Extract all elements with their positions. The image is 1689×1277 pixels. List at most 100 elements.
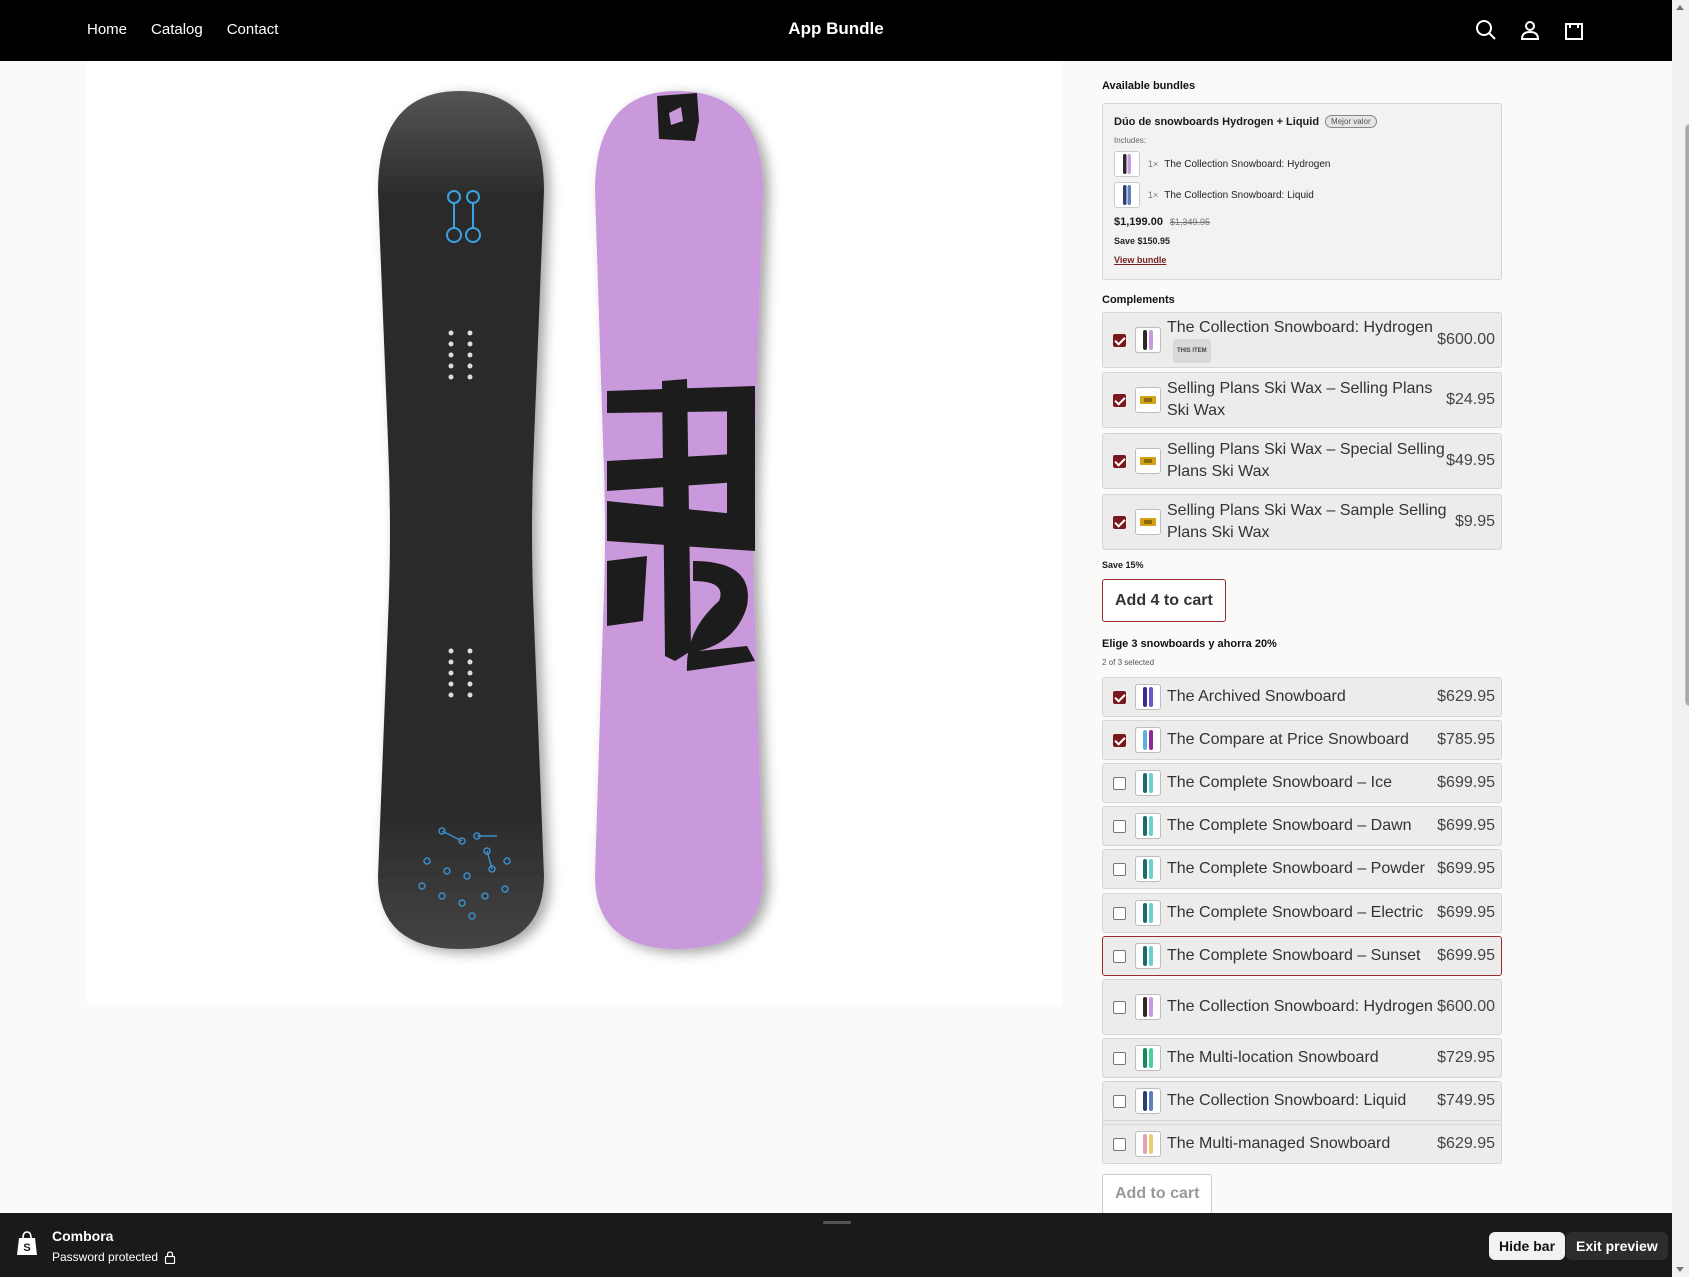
bundle-item-name: The Collection Snowboard: Hydrogen — [1164, 158, 1331, 170]
snowboard-thumbnail-icon — [1135, 727, 1161, 753]
mix-item-price: $629.95 — [1437, 1135, 1495, 1152]
complement-checkbox[interactable] — [1113, 393, 1126, 407]
mix-item-price: $729.95 — [1437, 1049, 1495, 1066]
mix-row[interactable]: The Complete Snowboard – Dawn $699.95 — [1102, 806, 1502, 846]
complement-checkbox[interactable] — [1113, 515, 1126, 529]
snowboard-thumbnail-icon — [1135, 813, 1161, 839]
scroll-down-arrow-icon[interactable] — [1676, 1267, 1684, 1272]
mix-row[interactable]: The Complete Snowboard – Powder $699.95 — [1102, 849, 1502, 889]
mix-item-name: The Complete Snowboard – Powder — [1167, 860, 1425, 877]
complement-name: Selling Plans Ski Wax – Sample Selling P… — [1167, 502, 1447, 541]
snowboard-thumbnail-icon — [1114, 151, 1140, 177]
nav-contact[interactable]: Contact — [227, 21, 279, 38]
snowboard-thumbnail-icon — [1135, 1045, 1161, 1071]
bundle-title: Dúo de snowboards Hydrogen + Liquid — [1114, 115, 1320, 128]
bundle-item: 1× The Collection Snowboard: Hydrogen — [1114, 151, 1330, 177]
mix-heading: Elige 3 snowboards y ahorra 20% — [1102, 638, 1277, 650]
mix-item-name: The Collection Snowboard: Hydrogen — [1167, 998, 1433, 1015]
mix-row[interactable]: The Collection Snowboard: Hydrogen $600.… — [1102, 979, 1502, 1035]
mix-checkbox[interactable] — [1113, 733, 1126, 747]
mix-selection-status: 2 of 3 selected — [1102, 658, 1155, 667]
mix-checkbox[interactable] — [1113, 1000, 1126, 1014]
mix-checkbox[interactable] — [1113, 690, 1126, 704]
snowboard-thumbnail-icon — [1135, 994, 1161, 1020]
complement-checkbox[interactable] — [1113, 454, 1126, 468]
complements-savings: Save 15% — [1102, 560, 1144, 570]
snowboard-thumbnail-icon — [1135, 327, 1161, 353]
scrollbar-thumb[interactable] — [1685, 124, 1689, 706]
complement-row[interactable]: The Collection Snowboard: Hydrogen THIS I… — [1102, 312, 1502, 368]
cart-icon[interactable] — [1562, 18, 1586, 42]
ski-wax-thumbnail-icon — [1135, 387, 1161, 413]
snowboard-thumbnail-icon — [1135, 1088, 1161, 1114]
main-nav: Home Catalog Contact — [87, 21, 278, 38]
scroll-up-arrow-icon[interactable] — [1676, 5, 1684, 10]
mix-row[interactable]: The Collection Snowboard: Liquid $749.95 — [1102, 1081, 1502, 1121]
bundle-item-qty: 1× — [1148, 159, 1159, 169]
bundle-compare-price: $1,349.95 — [1170, 217, 1211, 227]
account-icon[interactable] — [1518, 18, 1542, 42]
mix-item-name: The Complete Snowboard – Electric — [1167, 904, 1424, 921]
includes-label: Includes: — [1114, 136, 1147, 145]
mix-checkbox[interactable] — [1113, 819, 1126, 833]
bundle-item-qty: 1× — [1148, 190, 1159, 200]
product-media — [87, 61, 1062, 1005]
mix-row[interactable]: The Compare at Price Snowboard $785.95 — [1102, 720, 1502, 760]
mix-row[interactable]: The Archived Snowboard $629.95 — [1102, 677, 1502, 717]
complement-price: $9.95 — [1454, 513, 1495, 530]
mix-checkbox[interactable] — [1113, 1094, 1126, 1108]
mix-checkbox[interactable] — [1113, 862, 1126, 876]
complements-heading: Complements — [1102, 294, 1175, 306]
mix-item-price: $699.95 — [1437, 817, 1495, 834]
snowboard-thumbnail-icon — [1135, 684, 1161, 710]
complement-name: Selling Plans Ski Wax – Selling Plans Sk… — [1167, 380, 1433, 419]
drag-handle[interactable] — [823, 1221, 851, 1224]
exit-preview-button[interactable]: Exit preview — [1566, 1232, 1668, 1260]
add-complements-to-cart-button[interactable]: Add 4 to cart — [1102, 579, 1226, 622]
bundle-price: $1,199.00 $1,349.95 — [1114, 216, 1210, 228]
mix-item-price: $629.95 — [1437, 688, 1495, 705]
mix-row[interactable]: The Complete Snowboard – Sunset $699.95 — [1102, 936, 1502, 976]
this-item-tag: THIS ITEM — [1173, 339, 1211, 363]
bundle-card: Dúo de snowboards Hydrogen + Liquid Mejo… — [1102, 103, 1502, 280]
hide-bar-button[interactable]: Hide bar — [1489, 1232, 1566, 1260]
product-image-snowboards — [378, 91, 763, 949]
view-bundle-link[interactable]: View bundle — [1114, 255, 1166, 265]
complement-row[interactable]: Selling Plans Ski Wax – Sample Selling P… — [1102, 494, 1502, 550]
mix-item-price: $785.95 — [1437, 731, 1495, 748]
nav-home[interactable]: Home — [87, 21, 127, 38]
mix-row[interactable]: The Complete Snowboard – Electric $699.9… — [1102, 893, 1502, 933]
bundle-item-name: The Collection Snowboard: Liquid — [1164, 189, 1314, 201]
mix-item-name: The Collection Snowboard: Liquid — [1167, 1092, 1407, 1109]
complement-checkbox[interactable] — [1113, 333, 1126, 347]
preview-bar: S Combora Password protected Hide bar Ex… — [0, 1213, 1672, 1277]
mix-item-name: The Archived Snowboard — [1167, 688, 1346, 705]
mix-checkbox[interactable] — [1113, 1051, 1126, 1065]
complement-name: Selling Plans Ski Wax – Special Selling … — [1167, 441, 1445, 480]
mix-checkbox[interactable] — [1113, 776, 1126, 790]
mix-checkbox[interactable] — [1113, 1137, 1126, 1151]
mix-item-name: The Multi-location Snowboard — [1167, 1049, 1379, 1066]
lock-icon — [164, 1250, 176, 1264]
mix-row[interactable]: The Multi-managed Snowboard $629.95 — [1102, 1124, 1502, 1164]
snowboard-thumbnail-icon — [1114, 182, 1140, 208]
search-icon[interactable] — [1474, 18, 1498, 42]
mix-row[interactable]: The Multi-location Snowboard $729.95 — [1102, 1038, 1502, 1078]
nav-catalog[interactable]: Catalog — [151, 21, 203, 38]
store-status-text: Password protected — [52, 1250, 159, 1264]
add-mix-to-cart-button[interactable]: Add to cart — [1102, 1174, 1213, 1214]
mix-item-price: $699.95 — [1437, 904, 1495, 921]
snowboard-thumbnail-icon — [1135, 943, 1161, 969]
bundles-heading: Available bundles — [1102, 80, 1196, 92]
page-scrollbar[interactable] — [1672, 0, 1689, 1277]
mix-checkbox[interactable] — [1113, 949, 1126, 963]
mix-item-name: The Compare at Price Snowboard — [1167, 731, 1409, 748]
mix-checkbox[interactable] — [1113, 906, 1126, 920]
mix-item-name: The Complete Snowboard – Dawn — [1167, 817, 1412, 834]
complement-row[interactable]: Selling Plans Ski Wax – Selling Plans Sk… — [1102, 372, 1502, 428]
complement-row[interactable]: Selling Plans Ski Wax – Special Selling … — [1102, 433, 1502, 489]
mix-row[interactable]: The Complete Snowboard – Ice $699.95 — [1102, 763, 1502, 803]
best-value-badge: Mejor valor — [1325, 115, 1377, 128]
bundle-savings: Save $150.95 — [1114, 236, 1171, 246]
mix-item-name: The Complete Snowboard – Sunset — [1167, 947, 1421, 964]
